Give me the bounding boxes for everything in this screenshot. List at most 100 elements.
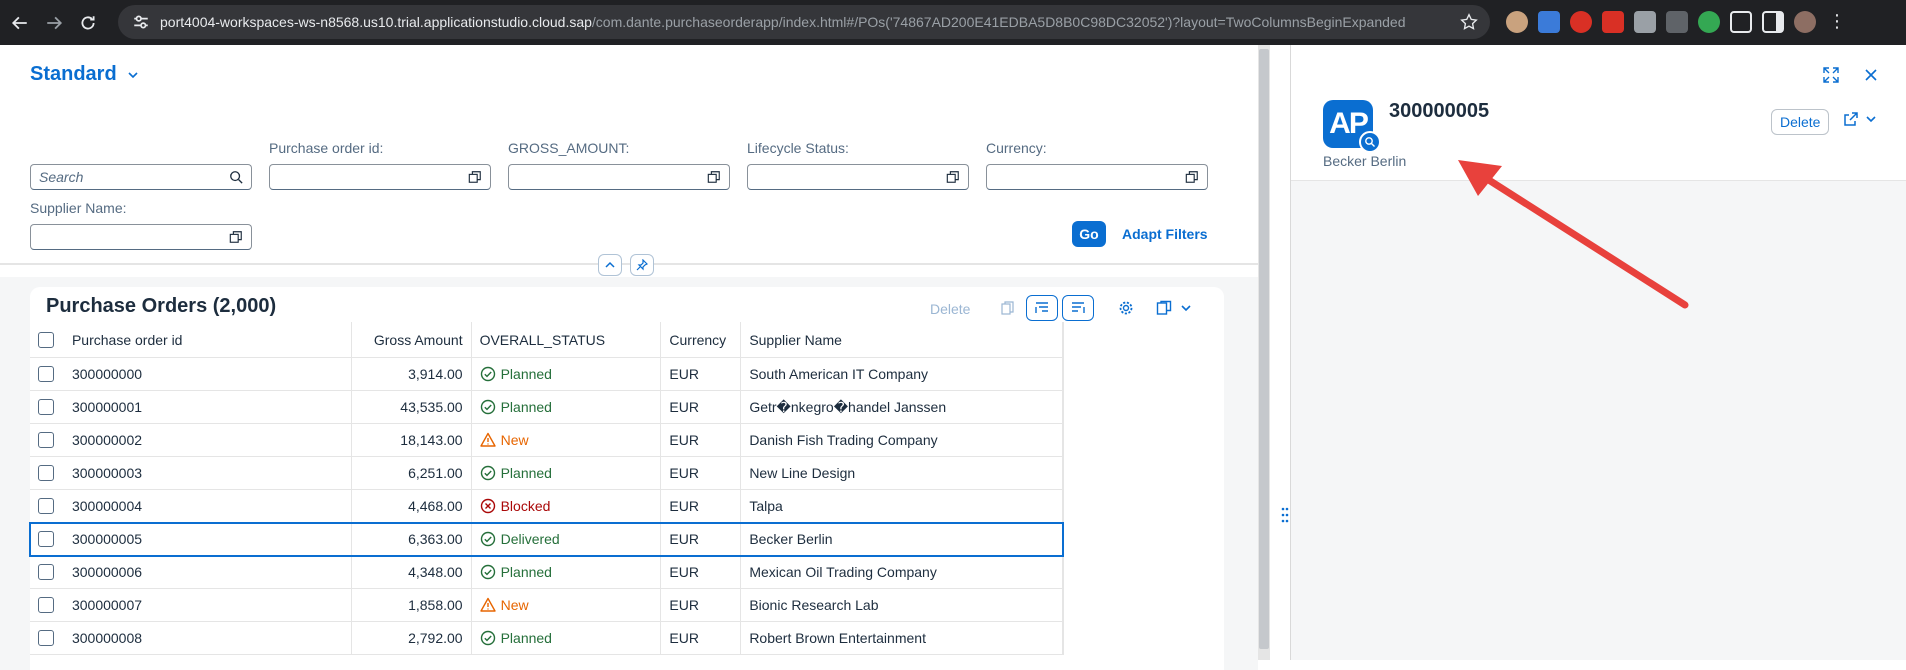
pin-header-button[interactable]: [630, 254, 654, 276]
adblock-icon[interactable]: [1602, 11, 1624, 33]
select-all-checkbox[interactable]: [37, 331, 54, 348]
cell-supplier-name: Robert Brown Entertainment: [741, 622, 1063, 654]
column-resize-grip-icon[interactable]: [1280, 505, 1290, 529]
share-menu-button[interactable]: [1843, 111, 1877, 127]
profile-avatar-icon[interactable]: [1794, 11, 1816, 33]
gross-amount-input[interactable]: [508, 164, 730, 190]
table-row[interactable]: 300000007 1,858.00 New EUR Bionic Resear…: [30, 589, 1063, 622]
extension-icon[interactable]: [1506, 11, 1528, 33]
zoom-in-icon[interactable]: [1359, 131, 1381, 153]
table-delete-button[interactable]: Delete: [930, 301, 970, 317]
status-text: Planned: [500, 366, 552, 382]
value-help-icon[interactable]: [707, 170, 721, 184]
vertical-scrollbar-thumb[interactable]: [1259, 49, 1269, 649]
cell-supplier-name: Danish Fish Trading Company: [741, 424, 1063, 456]
cell-currency: EUR: [661, 622, 742, 654]
cell-po-id: 300000002: [62, 424, 352, 456]
delete-button[interactable]: Delete: [1771, 109, 1830, 135]
extension-icon[interactable]: [1634, 11, 1656, 33]
status-text: Planned: [500, 399, 552, 415]
variant-selector[interactable]: Standard: [30, 63, 139, 86]
status-text: Planned: [500, 630, 552, 646]
supplier-name-input[interactable]: [30, 224, 252, 250]
row-checkbox[interactable]: [37, 630, 54, 646]
side-panel-icon[interactable]: [1762, 11, 1784, 33]
copy-icon[interactable]: [992, 295, 1024, 321]
value-help-icon[interactable]: [468, 170, 482, 184]
cell-currency: EUR: [661, 556, 742, 588]
extension-icon[interactable]: [1570, 11, 1592, 33]
table-row[interactable]: 300000008 2,792.00 Planned EUR Robert Br…: [30, 622, 1063, 655]
row-checkbox[interactable]: [37, 465, 54, 481]
cell-status: Blocked: [472, 490, 662, 522]
browser-menu-icon[interactable]: ⋮: [1826, 11, 1848, 33]
search-input[interactable]: Search: [30, 164, 252, 190]
chevron-up-icon: [605, 261, 615, 268]
status-text: Delivered: [500, 531, 560, 547]
row-checkbox[interactable]: [37, 432, 54, 448]
check-circle-icon: [480, 366, 496, 382]
column-header-po-id[interactable]: Purchase order id: [62, 322, 352, 357]
object-title: 300000005: [1389, 100, 1490, 122]
extension-icon[interactable]: [1538, 11, 1560, 33]
table-row[interactable]: 300000002 18,143.00 New EUR Danish Fish …: [30, 424, 1063, 457]
reload-icon[interactable]: [74, 9, 102, 37]
po-id-filter: Purchase order id:: [269, 140, 491, 190]
table-row[interactable]: 300000005 6,363.00 Delivered EUR Becker …: [29, 522, 1064, 557]
cell-status: Planned: [472, 556, 662, 588]
value-help-icon[interactable]: [946, 170, 960, 184]
check-circle-icon: [480, 564, 496, 580]
table-row[interactable]: 300000003 6,251.00 Planned EUR New Line …: [30, 457, 1063, 490]
extension-icon[interactable]: [1666, 11, 1688, 33]
value-help-icon[interactable]: [229, 230, 243, 244]
sort-ascending-icon[interactable]: [1026, 295, 1058, 321]
table-area: Purchase Orders (2,000) Delete Purchase …: [0, 277, 1258, 670]
column-header-supplier-name[interactable]: Supplier Name: [741, 322, 1063, 357]
lifecycle-status-input[interactable]: [747, 164, 969, 190]
settings-gear-icon[interactable]: [1110, 295, 1142, 321]
cell-currency: EUR: [661, 523, 742, 555]
site-info-icon[interactable]: [132, 13, 150, 31]
table-row[interactable]: 300000001 43,535.00 Planned EUR Getr�nke…: [30, 391, 1063, 424]
export-menu-button[interactable]: [1146, 295, 1202, 321]
check-circle-icon: [480, 630, 496, 646]
search-filter: Search: [30, 140, 252, 190]
back-icon[interactable]: [6, 9, 34, 37]
cell-po-id: 300000005: [62, 523, 352, 555]
cell-gross-amount: 43,535.00: [352, 391, 472, 423]
variant-label: Standard: [30, 63, 117, 85]
currency-input[interactable]: [986, 164, 1208, 190]
fullscreen-icon[interactable]: [1819, 63, 1843, 87]
sort-descending-icon[interactable]: [1062, 295, 1094, 321]
go-button[interactable]: Go: [1072, 221, 1106, 247]
value-help-icon[interactable]: [1185, 170, 1199, 184]
row-checkbox[interactable]: [37, 597, 54, 613]
forward-icon[interactable]: [40, 9, 68, 37]
extensions-puzzle-icon[interactable]: [1730, 11, 1752, 33]
table-row[interactable]: 300000000 3,914.00 Planned EUR South Ame…: [30, 358, 1063, 391]
bookmark-star-icon[interactable]: [1460, 13, 1478, 31]
cell-currency: EUR: [661, 457, 742, 489]
cell-gross-amount: 1,858.00: [352, 589, 472, 621]
url-text: port4004-workspaces-ws-n8568.us10.trial.…: [160, 14, 1406, 30]
row-checkbox[interactable]: [37, 399, 54, 415]
address-bar[interactable]: port4004-workspaces-ws-n8568.us10.trial.…: [118, 5, 1490, 39]
row-checkbox[interactable]: [37, 498, 54, 514]
close-icon[interactable]: [1859, 63, 1883, 87]
collapse-header-button[interactable]: [598, 254, 622, 276]
column-header-overall-status[interactable]: OVERALL_STATUS: [472, 322, 662, 357]
column-header-gross-amount[interactable]: Gross Amount: [352, 322, 472, 357]
po-id-input[interactable]: [269, 164, 491, 190]
row-checkbox[interactable]: [37, 531, 54, 547]
adapt-filters-button[interactable]: Adapt Filters: [1122, 226, 1208, 242]
column-header-currency[interactable]: Currency: [661, 322, 742, 357]
cell-currency: EUR: [661, 490, 742, 522]
pane-resizer[interactable]: [1258, 45, 1270, 660]
row-checkbox[interactable]: [37, 564, 54, 580]
extension-icon[interactable]: [1698, 11, 1720, 33]
search-icon[interactable]: [229, 170, 243, 184]
row-checkbox[interactable]: [37, 366, 54, 382]
table-row[interactable]: 300000006 4,348.00 Planned EUR Mexican O…: [30, 556, 1063, 589]
share-icon: [1844, 112, 1858, 126]
table-row[interactable]: 300000004 4,468.00 Blocked EUR Talpa: [30, 490, 1063, 523]
